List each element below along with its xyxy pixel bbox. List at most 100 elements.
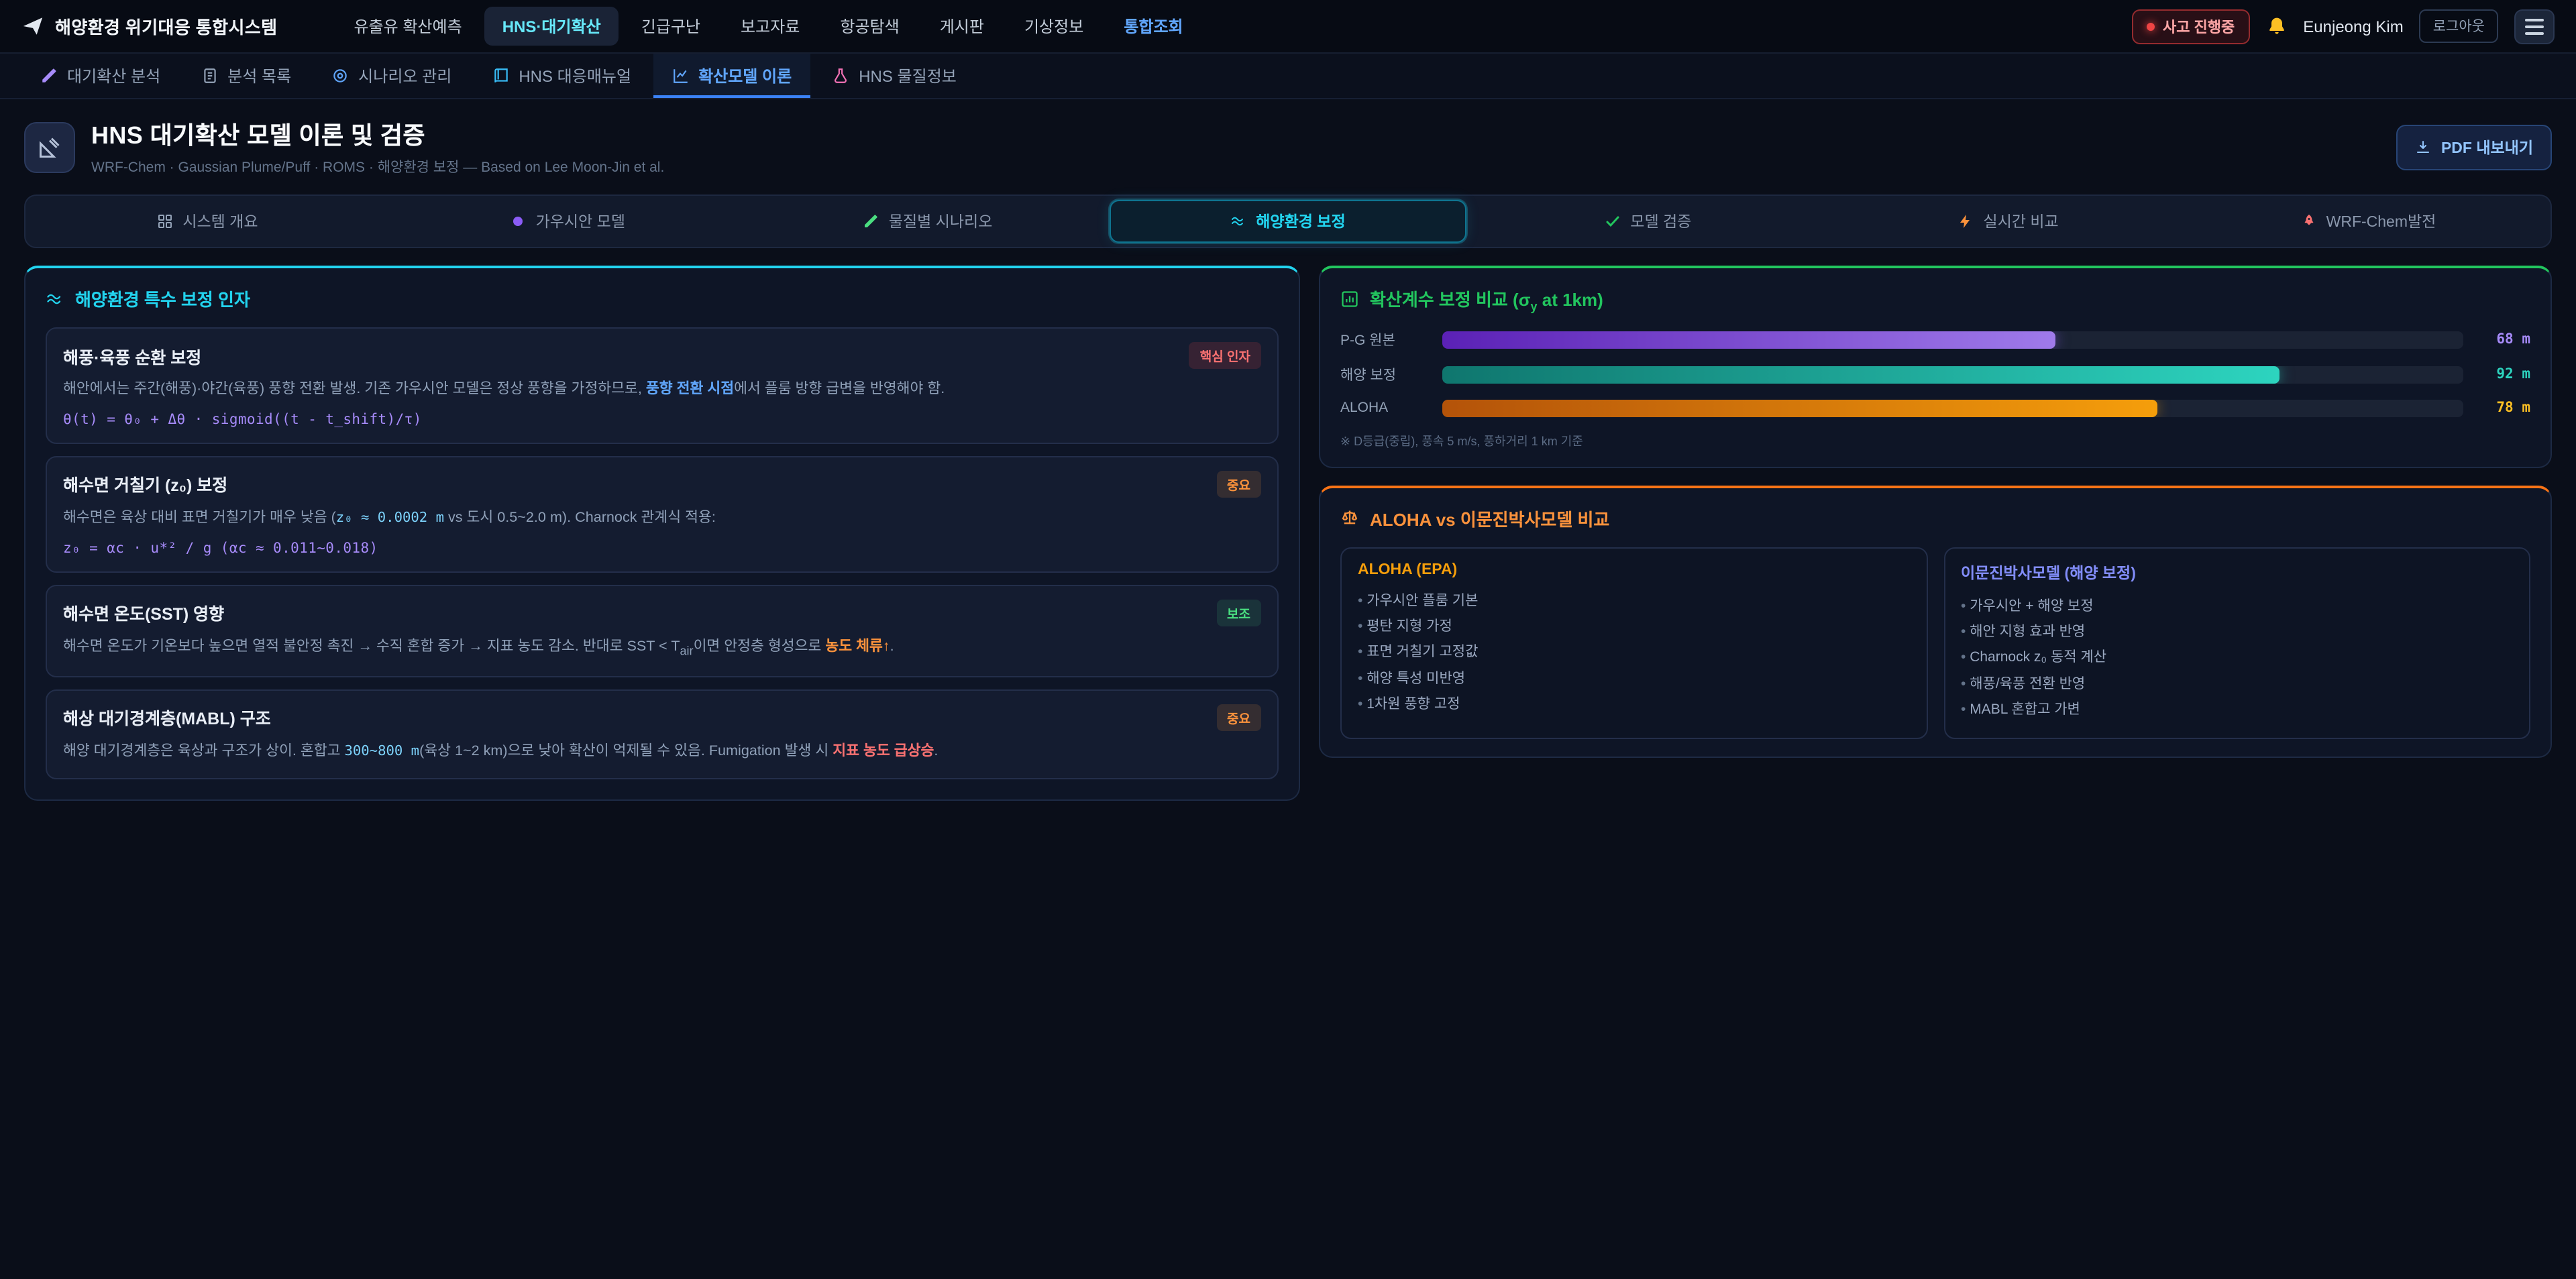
- tab-label: WRF-Chem발전: [2326, 211, 2436, 232]
- subnav-label: HNS 물질정보: [859, 64, 957, 87]
- subnav-item-hns-substance-info[interactable]: HNS 물질정보: [813, 54, 975, 98]
- incident-status-badge[interactable]: 사고 진행중: [2132, 9, 2249, 44]
- card-title: 해상 대기경계층(MABL) 구조: [63, 705, 271, 730]
- list-item: 해풍/육풍 전환 반영: [1961, 672, 2513, 698]
- list-item: MABL 혼합고 가변: [1961, 698, 2513, 724]
- nav-item-board[interactable]: 게시판: [922, 7, 1002, 46]
- page-subtitle: WRF-Chem · Gaussian Plume/Puff · ROMS · …: [91, 157, 664, 177]
- tab-model-validation[interactable]: 모델 검증: [1470, 200, 1826, 243]
- rocket-icon: [2301, 213, 2317, 229]
- hamburger-menu-button[interactable]: [2514, 9, 2555, 44]
- card-formula: z₀ = αc · u*² / g (αc ≈ 0.011~0.018): [63, 540, 1261, 556]
- user-name: Eunjeong Kim: [2303, 17, 2403, 36]
- aloha-feature-list: 가우시안 플룸 기본 평탄 지형 가정 표면 거칠기 고정값 해양 특성 미반영…: [1358, 588, 1910, 718]
- subnav-item-hns-response-manual[interactable]: HNS 대응매뉴얼: [473, 54, 650, 98]
- sigma-panel-title: 확산계수 보정 비교 (σy at 1km): [1340, 286, 2530, 313]
- wave-icon: [46, 289, 64, 308]
- top-navbar: 해양환경 위기대응 통합시스템 유출유 확산예측 HNS·대기확산 긴급구난 보…: [0, 0, 2576, 54]
- aloha-card-title: ALOHA (EPA): [1358, 561, 1910, 577]
- nav-item-integrated-search[interactable]: 통합조회: [1106, 7, 1200, 46]
- grid-icon: [157, 213, 173, 229]
- tab-gaussian-model[interactable]: 가우시안 모델: [390, 200, 746, 243]
- bar-track: [1442, 366, 2463, 383]
- model-theory-icon: [24, 121, 75, 172]
- ruler-icon: [38, 135, 62, 159]
- tab-realtime-comparison[interactable]: 실시간 비교: [1830, 200, 2186, 243]
- tab-substance-scenario[interactable]: 물질별 시나리오: [750, 200, 1106, 243]
- nav-item-reports[interactable]: 보고자료: [723, 7, 817, 46]
- list-item: 1차원 풍향 고정: [1358, 693, 1910, 719]
- marine-model-feature-list: 가우시안 + 해양 보정 해안 지형 효과 반영 Charnock z₀ 동적 …: [1961, 594, 2513, 724]
- card-description: 해수면 온도가 기온보다 높으면 열적 불안정 촉진 → 수직 혼합 증가 → …: [63, 635, 1261, 661]
- bar-value: 68 m: [2477, 331, 2530, 347]
- tab-label: 실시간 비교: [1984, 211, 2059, 232]
- bar-row-pg-original: P-G 원본 68 m: [1340, 329, 2530, 349]
- bell-icon[interactable]: [2265, 15, 2287, 37]
- bar-label: 해양 보정: [1340, 364, 1429, 384]
- right-column: 확산계수 보정 비교 (σy at 1km) P-G 원본 68 m 해양 보정…: [1319, 266, 2552, 757]
- bar-fill: [1442, 366, 2279, 383]
- tab-system-overview[interactable]: 시스템 개요: [30, 200, 386, 243]
- card-title: 해수면 온도(SST) 영향: [63, 600, 224, 625]
- correction-card-mabl: 해상 대기경계층(MABL) 구조 중요 해양 대기경계층은 육상과 구조가 상…: [46, 689, 1279, 779]
- nav-item-hns-air-diffusion[interactable]: HNS·대기확산: [485, 7, 619, 46]
- incident-badge-label: 사고 진행중: [2163, 15, 2235, 37]
- sigma-comparison-panel: 확산계수 보정 비교 (σy at 1km) P-G 원본 68 m 해양 보정…: [1319, 266, 2552, 467]
- bar-chart: P-G 원본 68 m 해양 보정 92 m ALOHA 78 m: [1340, 329, 2530, 416]
- download-icon: [2416, 139, 2432, 155]
- chart-line-icon: [672, 67, 689, 85]
- bar-row-aloha: ALOHA 78 m: [1340, 399, 2530, 416]
- app-root: 해양환경 위기대응 통합시스템 유출유 확산예측 HNS·대기확산 긴급구난 보…: [0, 0, 2576, 1279]
- subnav-item-air-diffusion-analysis[interactable]: 대기확산 분석: [21, 54, 179, 98]
- marine-model-card: 이문진박사모델 (해양 보정) 가우시안 + 해양 보정 해안 지형 효과 반영…: [1943, 547, 2530, 738]
- model-comparison-title: ALOHA vs 이문진박사모델 비교: [1340, 505, 2530, 531]
- subnav-label: HNS 대응매뉴얼: [519, 64, 631, 87]
- chart-bars-icon: [1340, 290, 1359, 309]
- list-item: Charnock z₀ 동적 계산: [1961, 646, 2513, 672]
- nav-item-aerial-search[interactable]: 항공탐색: [822, 7, 916, 46]
- pdf-export-button[interactable]: PDF 내보내기: [2397, 124, 2552, 170]
- nav-item-weather-info[interactable]: 기상정보: [1007, 7, 1101, 46]
- tab-label: 해양환경 보정: [1256, 211, 1345, 232]
- sub-navbar: 대기확산 분석 분석 목록 시나리오 관리 HNS 대응매뉴얼 확산모델 이론 …: [0, 54, 2576, 99]
- brand[interactable]: 해양환경 위기대응 통합시스템: [21, 13, 277, 39]
- wave-icon: [1230, 213, 1246, 229]
- list-item: 해양 특성 미반영: [1358, 667, 1910, 693]
- chart-note: ※ D등급(중립), 풍속 5 m/s, 풍하거리 1 km 기준: [1340, 431, 2530, 449]
- list-item: 표면 거칠기 고정값: [1358, 641, 1910, 667]
- list-icon: [201, 67, 218, 85]
- tab-label: 가우시안 모델: [536, 211, 625, 232]
- subnav-label: 분석 목록: [227, 64, 291, 87]
- circle-icon: [511, 213, 527, 229]
- subnav-item-scenario-management[interactable]: 시나리오 관리: [313, 54, 470, 98]
- red-dot-icon: [2147, 22, 2155, 30]
- nav-item-emergency-rescue[interactable]: 긴급구난: [624, 7, 718, 46]
- correction-card-sea-land-breeze: 해풍·육풍 순환 보정 핵심 인자 해안에서는 주간(해풍)·야간(육풍) 풍향…: [46, 327, 1279, 443]
- tab-wrf-chem[interactable]: WRF-Chem발전: [2190, 200, 2546, 243]
- bar-fill: [1442, 399, 2157, 416]
- subnav-item-diffusion-model-theory[interactable]: 확산모델 이론: [653, 54, 810, 98]
- subnav-item-analysis-list[interactable]: 분석 목록: [182, 54, 310, 98]
- tab-label: 물질별 시나리오: [889, 211, 993, 232]
- subnav-label: 시나리오 관리: [358, 64, 451, 87]
- card-description: 해양 대기경계층은 육상과 구조가 상이. 혼합고 300~800 m(육상 1…: [63, 740, 1261, 763]
- list-item: 가우시안 플룸 기본: [1358, 588, 1910, 614]
- topnav-right: 사고 진행중 Eunjeong Kim 로그아웃: [2132, 9, 2555, 44]
- bar-track: [1442, 331, 2463, 348]
- bar-label: ALOHA: [1340, 400, 1429, 416]
- priority-badge: 중요: [1216, 704, 1261, 731]
- main-content: 해양환경 특수 보정 인자 해풍·육풍 순환 보정 핵심 인자 해안에서는 주간…: [0, 266, 2576, 800]
- bar-value: 92 m: [2477, 366, 2530, 382]
- correction-panel-title: 해양환경 특수 보정 인자: [46, 286, 1279, 311]
- tab-label: 모델 검증: [1630, 211, 1691, 232]
- bolt-icon: [1958, 213, 1974, 229]
- marine-model-card-title: 이문진박사모델 (해양 보정): [1961, 561, 2513, 583]
- subnav-label: 대기확산 분석: [67, 64, 160, 87]
- tab-marine-environment-correction[interactable]: 해양환경 보정: [1110, 200, 1466, 243]
- nav-item-oil-diffusion[interactable]: 유출유 확산예측: [336, 7, 479, 46]
- section-tabs: 시스템 개요 가우시안 모델 물질별 시나리오 해양환경 보정 모델 검증 실시…: [24, 194, 2552, 248]
- card-description: 해수면은 육상 대비 표면 거칠기가 매우 낮음 (z₀ ≈ 0.0002 m …: [63, 506, 1261, 529]
- bar-fill: [1442, 331, 2055, 348]
- logout-button[interactable]: 로그아웃: [2420, 9, 2498, 43]
- target-icon: [331, 67, 349, 85]
